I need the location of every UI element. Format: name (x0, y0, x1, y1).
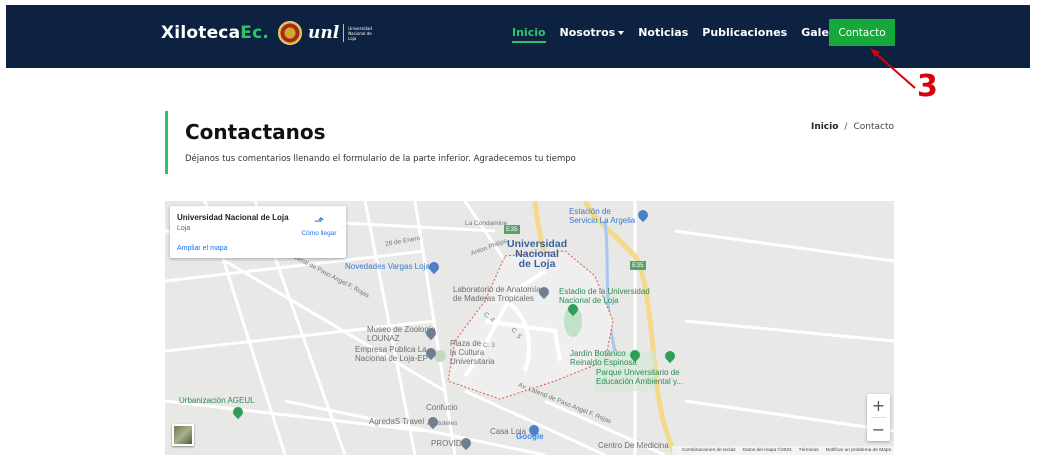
map-label-road-c3: C. 3 (483, 342, 495, 349)
satellite-layer-button[interactable] (172, 424, 194, 446)
keyboard-shortcuts-link[interactable]: Combinaciones de teclas (682, 448, 736, 453)
place-subtitle: Loja (177, 225, 191, 232)
title-accent-bar (165, 111, 168, 174)
breadcrumb-home-link[interactable]: Inicio (811, 122, 838, 132)
map-label-centro[interactable]: Centro De Medicina (598, 441, 669, 450)
map-label-university[interactable]: Universidad Nacional de Loja (507, 239, 567, 270)
map-label-novedades[interactable]: Novedades Vargas Loja (345, 262, 430, 271)
map-data-text: Datos del mapa ©2024 (742, 448, 792, 453)
map-label-empresa[interactable]: Empresa Publica La Nacional de Loja-EP (355, 345, 428, 363)
map-label-agredas[interactable]: AgredaS Travel (369, 417, 424, 426)
map-label-stadium[interactable]: Estadio de la Universidad Nacional de Loj… (559, 287, 650, 305)
breadcrumb-current: Contacto (853, 122, 894, 132)
map-label-botanic[interactable]: Jardín Botánico Reinaldo Espinosa (570, 349, 637, 367)
map-label-provid[interactable]: PROVID (431, 439, 462, 448)
place-title: Universidad Nacional de Loja (177, 213, 289, 222)
zoom-out-button[interactable]: − (867, 418, 890, 441)
directions-label: Cómo llegar (301, 230, 337, 237)
map-label-confucio[interactable]: Confucio (426, 403, 458, 412)
embedded-map[interactable]: Universidad Nacional de Loja Laboratorio d… (165, 201, 894, 455)
map-label-urbanizacion[interactable]: Urbanización AGEUL (179, 396, 255, 405)
place-info-card: Universidad Nacional de Loja Loja Amplia… (170, 206, 346, 258)
map-label-park[interactable]: Parque Universitario de Educación Ambient… (596, 368, 683, 386)
map-label-road-condamine: La Condamine (465, 220, 508, 227)
annotation-arrow (870, 48, 916, 89)
map-label-shield-1: E35 (504, 225, 520, 234)
zoom-controls: + − (867, 394, 890, 441)
enlarge-map-link[interactable]: Ampliar el mapa (177, 245, 228, 252)
google-logo: Google (516, 432, 544, 441)
map-label-shield-2: E35 (630, 261, 646, 270)
report-problem-link[interactable]: Notificar un problema de Maps (826, 448, 891, 453)
terms-link[interactable]: Términos (799, 448, 819, 453)
map-label-station[interactable]: Estación de Servicio La Argelia (569, 207, 635, 225)
directions-icon: ⬏ (313, 214, 325, 228)
map-label-lab[interactable]: Laboratorio de Anatomía de Maderas Tropic… (453, 285, 541, 303)
map-attribution: Combinaciones de teclas Datos del mapa ©… (671, 446, 894, 455)
page-subtitle: Déjanos tus comentarios llenando el form… (185, 154, 576, 164)
annotation-number: 3 (917, 69, 938, 104)
breadcrumb-separator: / (844, 122, 848, 132)
zoom-in-button[interactable]: + (867, 394, 890, 417)
page-title: Contactanos (185, 120, 326, 144)
directions-button[interactable]: ⬏ Cómo llegar (299, 215, 339, 237)
breadcrumb: Inicio / Contacto (811, 122, 894, 132)
